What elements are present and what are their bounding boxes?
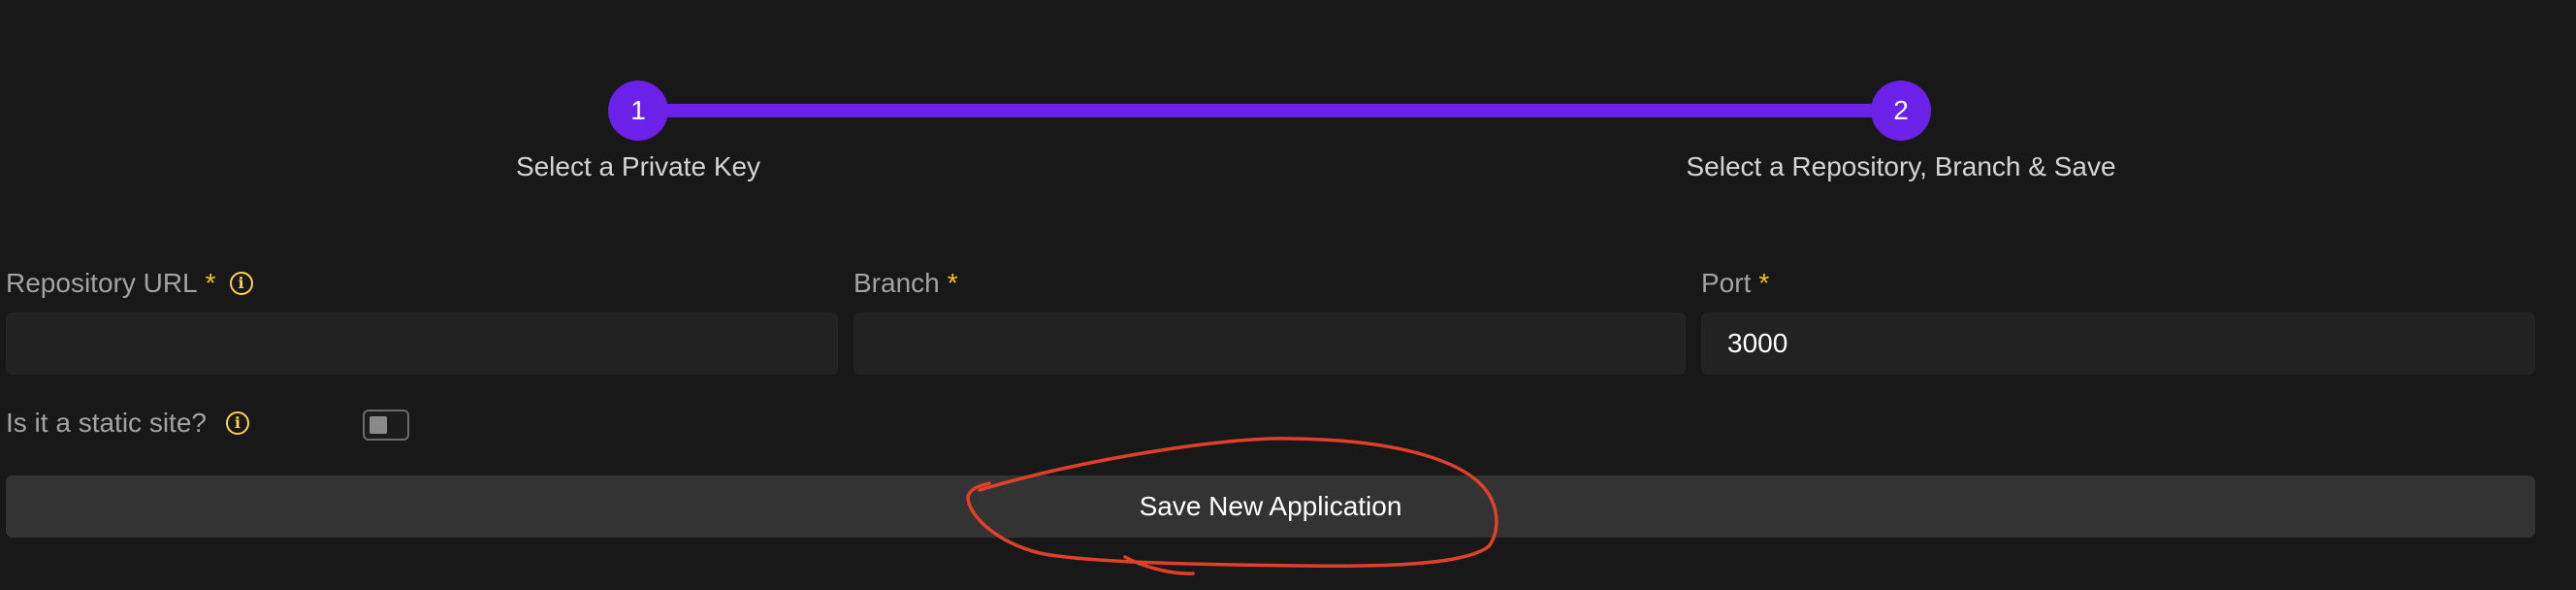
info-icon[interactable]: i: [229, 272, 253, 295]
branch-label: Branch *: [853, 268, 958, 299]
port-label: Port *: [1701, 268, 1769, 299]
new-application-page: 1 2 Select a Private Key Select a Reposi…: [0, 0, 2576, 590]
step-1-label: Select a Private Key: [515, 151, 761, 181]
step-2-label: Select a Repository, Branch & Save: [1686, 151, 2116, 181]
repository-url-label-text: Repository URL: [6, 268, 198, 298]
step-1-indicator[interactable]: 1: [608, 81, 668, 141]
step-2-indicator[interactable]: 2: [1871, 81, 1931, 141]
branch-input[interactable]: [853, 312, 1686, 375]
save-new-application-button[interactable]: Save New Application: [6, 475, 2535, 538]
required-indicator: *: [205, 268, 216, 298]
stepper-progress-line: [638, 104, 1901, 117]
branch-label-text: Branch: [853, 268, 940, 298]
static-site-toggle[interactable]: [363, 410, 409, 441]
port-input[interactable]: [1701, 312, 2535, 375]
static-site-label-text: Is it a static site?: [6, 408, 207, 438]
info-icon[interactable]: i: [225, 411, 249, 435]
required-indicator: *: [947, 268, 958, 298]
repository-url-input[interactable]: [6, 312, 838, 375]
required-indicator: *: [1758, 268, 1770, 298]
static-site-label: Is it a static site? i: [6, 408, 249, 439]
port-label-text: Port: [1701, 268, 1752, 298]
toggle-knob: [370, 416, 387, 434]
repository-url-label: Repository URL * i: [6, 268, 253, 299]
